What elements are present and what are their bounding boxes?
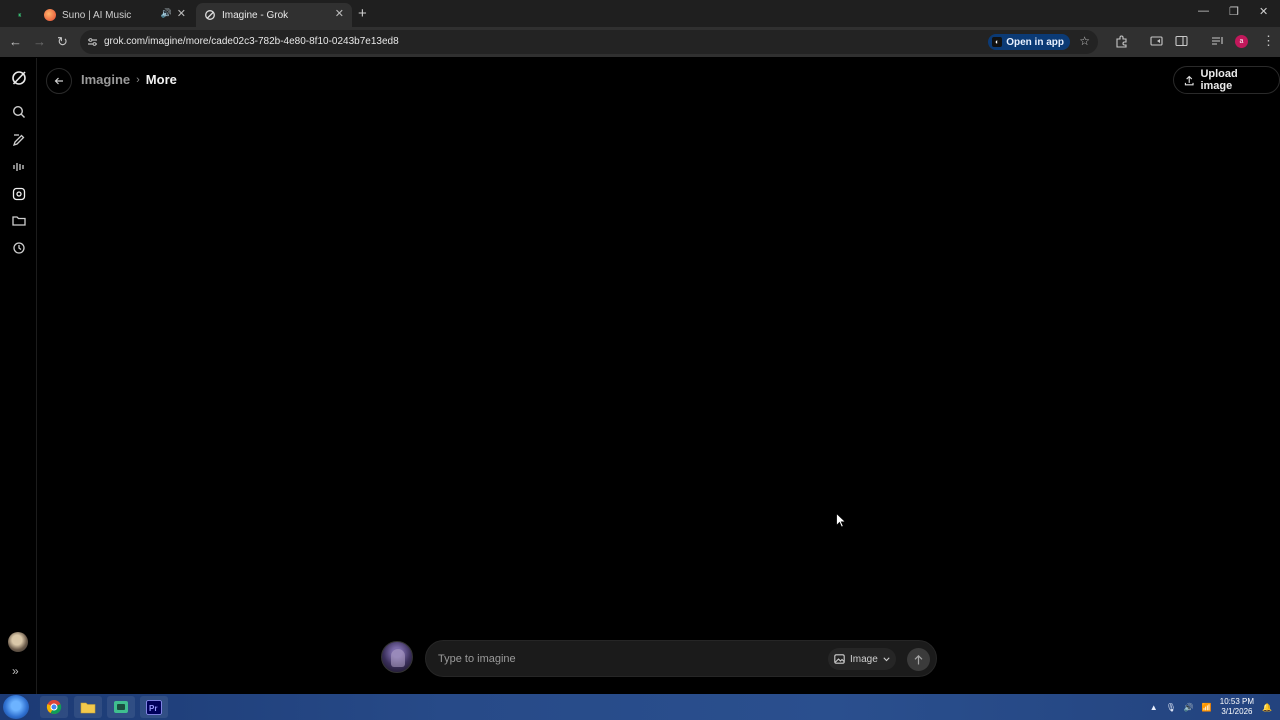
grok-icon: [205, 10, 215, 20]
taskbar-app[interactable]: [107, 696, 135, 718]
address-bar[interactable]: grok.com/imagine/more/cade02c3-782b-4e80…: [80, 30, 1098, 54]
open-in-app-button[interactable]: ◐ Open in app: [988, 34, 1070, 50]
new-chat-icon[interactable]: [11, 132, 27, 148]
browser-menu-icon[interactable]: ⋮: [1262, 33, 1275, 49]
close-tab-icon[interactable]: ✕: [335, 7, 344, 20]
imagine-icon[interactable]: [11, 186, 27, 202]
profile-avatar[interactable]: a: [1235, 35, 1248, 48]
reading-list-icon[interactable]: [1211, 35, 1224, 47]
forward-icon[interactable]: →: [33, 34, 46, 49]
windows-taskbar: Pr ▲ 🎙 🔊 📶 10:53 PM 3/1/2026 🔔: [0, 694, 1280, 720]
tab-kling[interactable]: [10, 3, 36, 27]
app-window-icon: [114, 701, 128, 713]
breadcrumb-separator: ›: [136, 73, 140, 86]
minimize-icon[interactable]: —: [1198, 5, 1209, 17]
url-text: grok.com/imagine/more/cade02c3-782b-4e80…: [104, 36, 399, 47]
app-icon: ◐: [992, 37, 1003, 47]
start-button[interactable]: [3, 695, 29, 719]
restore-icon[interactable]: ❐: [1229, 5, 1239, 18]
clock[interactable]: 10:53 PM 3/1/2026: [1220, 697, 1254, 717]
notifications-icon[interactable]: 🔔: [1262, 703, 1272, 712]
mode-label: Image: [850, 653, 878, 665]
audio-playing-icon[interactable]: 🔊: [161, 8, 172, 19]
taskbar-premiere[interactable]: Pr: [140, 696, 168, 718]
kling-icon: [18, 13, 22, 17]
clock-date: 3/1/2026: [1221, 707, 1253, 716]
grok-logo-icon[interactable]: [10, 69, 28, 87]
tab-title: Suno | AI Music: [62, 9, 132, 21]
search-icon[interactable]: [11, 104, 27, 120]
close-tab-icon[interactable]: ✕: [177, 7, 186, 20]
prompt-input[interactable]: [436, 650, 816, 668]
chevron-down-icon: [883, 656, 890, 661]
arrow-up-icon: [914, 654, 923, 664]
upload-image-button[interactable]: Upload image: [1173, 66, 1280, 94]
back-button[interactable]: [46, 68, 72, 94]
premiere-icon: Pr: [146, 699, 162, 715]
suno-icon: [44, 9, 56, 21]
close-window-icon[interactable]: ✕: [1259, 5, 1268, 18]
image-mode-icon: [834, 654, 845, 664]
wifi-icon[interactable]: 📶: [1202, 703, 1212, 712]
arrow-left-icon: [54, 77, 63, 85]
prompt-composer: Image: [425, 640, 937, 677]
breadcrumb: Imagine › More: [81, 72, 177, 87]
folder-icon: [80, 702, 96, 714]
mouse-cursor-icon: [836, 513, 846, 528]
bookmark-star-icon[interactable]: ☆: [1079, 34, 1090, 48]
breadcrumb-imagine[interactable]: Imagine: [81, 72, 130, 87]
taskbar-chrome[interactable]: [40, 696, 68, 718]
reference-image-thumbnail[interactable]: [381, 641, 413, 673]
upload-icon: [1184, 75, 1194, 85]
sidebar: »: [0, 58, 37, 694]
tab-title: Imagine - Grok: [222, 9, 289, 21]
mode-select[interactable]: Image: [828, 648, 896, 670]
chrome-icon: [46, 700, 62, 715]
tab-grok[interactable]: Imagine - Grok ✕: [196, 3, 352, 27]
new-tab-icon[interactable]: +: [358, 5, 367, 22]
upload-image-label: Upload image: [1200, 68, 1238, 92]
history-icon[interactable]: [11, 240, 27, 256]
browser-tab-bar: Suno | AI Music 🔊 ✕ Imagine - Grok ✕ + —…: [0, 0, 1280, 27]
expand-sidebar-icon[interactable]: »: [12, 664, 28, 680]
svg-text:Pr: Pr: [149, 704, 157, 713]
clock-time: 10:53 PM: [1219, 697, 1255, 706]
site-info-icon[interactable]: [87, 37, 98, 47]
projects-folder-icon[interactable]: [11, 213, 27, 229]
microphone-icon[interactable]: 🎙: [1166, 703, 1176, 712]
tray-overflow-icon[interactable]: ▲: [1150, 703, 1158, 712]
browser-toolbar: ← → ↻ grok.com/imagine/more/cade02c3-782…: [0, 27, 1280, 57]
grok-app: » Imagine › More Upload image Image: [0, 58, 1280, 694]
back-icon[interactable]: ←: [9, 34, 22, 49]
taskbar-explorer[interactable]: [74, 696, 102, 718]
volume-icon[interactable]: 🔊: [1184, 703, 1194, 712]
side-panel-icon[interactable]: [1175, 35, 1188, 47]
send-button[interactable]: [907, 648, 930, 671]
tab-suno[interactable]: Suno | AI Music 🔊 ✕: [36, 3, 194, 27]
user-avatar[interactable]: [8, 632, 28, 652]
reload-icon[interactable]: ↻: [57, 34, 68, 50]
system-tray: ▲ 🎙 🔊 📶 10:53 PM 3/1/2026 🔔: [1150, 694, 1280, 720]
breadcrumb-current: More: [145, 72, 177, 87]
extensions-icon[interactable]: [1115, 35, 1128, 48]
media-control-icon[interactable]: [1150, 35, 1163, 47]
voice-icon[interactable]: [11, 159, 27, 175]
open-in-app-label: Open in app: [1006, 36, 1064, 48]
